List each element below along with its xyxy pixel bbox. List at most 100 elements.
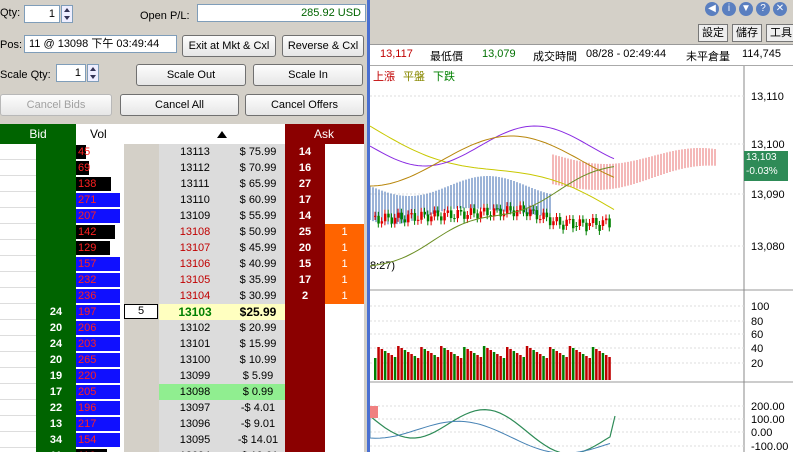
bid-order-cell[interactable] bbox=[0, 240, 36, 256]
qty-input[interactable]: 1 bbox=[24, 5, 60, 23]
bid-size-cell[interactable] bbox=[36, 256, 76, 272]
ladder-row[interactable]: 271 13110 $ 60.99 17 bbox=[0, 192, 364, 208]
ask-size-cell[interactable]: 20 bbox=[285, 240, 325, 256]
working-order-cell[interactable] bbox=[124, 272, 159, 288]
bid-order-cell[interactable] bbox=[0, 256, 36, 272]
ask-size-cell[interactable] bbox=[285, 432, 325, 448]
bid-size-cell[interactable] bbox=[36, 208, 76, 224]
ask-size-cell[interactable] bbox=[285, 304, 325, 320]
ladder-row[interactable]: 142 13108 $ 50.99 25 1 bbox=[0, 224, 364, 240]
ladder-row[interactable]: 34 154 13095 -$ 14.01 bbox=[0, 432, 364, 448]
price-cell[interactable]: 13111 bbox=[159, 176, 231, 192]
price-cell[interactable]: 13105 bbox=[159, 272, 231, 288]
working-order-cell[interactable] bbox=[124, 224, 159, 240]
ask-size-cell[interactable]: 16 bbox=[285, 160, 325, 176]
ask-size-cell[interactable] bbox=[285, 448, 325, 452]
bid-size-cell[interactable]: 20 bbox=[36, 352, 76, 368]
bid-order-cell[interactable] bbox=[0, 224, 36, 240]
working-order-cell[interactable] bbox=[124, 176, 159, 192]
price-cell[interactable]: 13095 bbox=[159, 432, 231, 448]
my-ask-order-cell[interactable] bbox=[325, 368, 364, 384]
ask-size-cell[interactable]: 14 bbox=[285, 144, 325, 160]
qty-spinner[interactable] bbox=[61, 5, 73, 23]
bid-size-cell[interactable]: 22 bbox=[36, 400, 76, 416]
scale-qty-input[interactable]: 1 bbox=[56, 64, 86, 82]
ask-size-cell[interactable]: 17 bbox=[285, 192, 325, 208]
sort-header[interactable] bbox=[159, 124, 285, 144]
my-ask-order-cell[interactable] bbox=[325, 144, 364, 160]
price-cell[interactable]: 13106 bbox=[159, 256, 231, 272]
price-chart[interactable]: 13,110 13,100 13,090 13,080 100 8060 40 20 200.0… bbox=[370, 66, 793, 452]
bid-order-cell[interactable] bbox=[0, 352, 36, 368]
ladder-row[interactable]: 20 206 13102 $ 20.99 bbox=[0, 320, 364, 336]
my-ask-order-cell[interactable]: 1 bbox=[325, 224, 364, 240]
bid-size-cell[interactable] bbox=[36, 144, 76, 160]
ask-size-cell[interactable] bbox=[285, 336, 325, 352]
save-button[interactable]: 儲存 bbox=[732, 24, 762, 42]
ask-size-cell[interactable] bbox=[285, 384, 325, 400]
info-icon[interactable]: i bbox=[722, 2, 736, 16]
working-order-cell[interactable] bbox=[124, 240, 159, 256]
my-ask-order-cell[interactable] bbox=[325, 176, 364, 192]
my-ask-order-cell[interactable] bbox=[325, 352, 364, 368]
working-order-cell[interactable] bbox=[124, 416, 159, 432]
my-ask-order-cell[interactable]: 1 bbox=[325, 272, 364, 288]
bid-size-cell[interactable]: 20 bbox=[36, 320, 76, 336]
bid-size-cell[interactable] bbox=[36, 224, 76, 240]
ladder-row[interactable]: 22 196 13097 -$ 4.01 bbox=[0, 400, 364, 416]
ladder-row[interactable]: 13 217 13096 -$ 9.01 bbox=[0, 416, 364, 432]
ask-size-cell[interactable] bbox=[285, 368, 325, 384]
ask-size-cell[interactable]: 2 bbox=[285, 288, 325, 304]
cancel-offers-button[interactable]: Cancel Offers bbox=[245, 94, 364, 116]
ladder-row[interactable]: 11116 13094-$ 19.01 bbox=[0, 448, 364, 452]
ladder-row[interactable]: 129 13107 $ 45.99 20 1 bbox=[0, 240, 364, 256]
working-order-cell[interactable] bbox=[124, 368, 159, 384]
ask-size-cell[interactable] bbox=[285, 400, 325, 416]
price-cell[interactable]: 13102 bbox=[159, 320, 231, 336]
ladder-row[interactable]: 69 13112 $ 70.99 16 bbox=[0, 160, 364, 176]
ladder-row[interactable]: 45 13113 $ 75.99 14 bbox=[0, 144, 364, 160]
bid-order-cell[interactable] bbox=[0, 416, 36, 432]
working-order-cell[interactable] bbox=[124, 144, 159, 160]
my-ask-order-cell[interactable] bbox=[325, 304, 364, 320]
working-order-cell[interactable] bbox=[124, 400, 159, 416]
bid-size-cell[interactable] bbox=[36, 176, 76, 192]
working-order-cell[interactable] bbox=[124, 256, 159, 272]
working-order-cell[interactable] bbox=[124, 432, 159, 448]
cancel-bids-button[interactable]: Cancel Bids bbox=[0, 94, 112, 116]
vol-header[interactable]: Vol bbox=[76, 124, 159, 144]
bid-order-cell[interactable] bbox=[0, 336, 36, 352]
working-order-cell[interactable] bbox=[124, 160, 159, 176]
my-ask-order-cell[interactable] bbox=[325, 320, 364, 336]
exit-at-market-button[interactable]: Exit at Mkt & Cxl bbox=[182, 35, 276, 57]
bid-order-cell[interactable] bbox=[0, 144, 36, 160]
bid-order-cell[interactable] bbox=[0, 320, 36, 336]
my-ask-order-cell[interactable] bbox=[325, 336, 364, 352]
bid-size-cell[interactable]: 34 bbox=[36, 432, 76, 448]
price-cell[interactable]: 13110 bbox=[159, 192, 231, 208]
ladder-row[interactable]: 236 13104 $ 30.99 2 1 bbox=[0, 288, 364, 304]
ask-size-cell[interactable] bbox=[285, 352, 325, 368]
bid-size-cell[interactable]: 13 bbox=[36, 416, 76, 432]
bid-size-cell[interactable] bbox=[36, 272, 76, 288]
ask-size-cell[interactable]: 14 bbox=[285, 208, 325, 224]
ladder-row[interactable]: 138 13111 $ 65.99 27 bbox=[0, 176, 364, 192]
bid-order-cell[interactable] bbox=[0, 288, 36, 304]
bid-size-cell[interactable] bbox=[36, 160, 76, 176]
price-cell[interactable]: 13100 bbox=[159, 352, 231, 368]
working-order-cell[interactable]: 5 bbox=[124, 304, 159, 320]
ask-size-cell[interactable]: 15 bbox=[285, 256, 325, 272]
ladder-row[interactable]: 17 205 13098 $ 0.99 bbox=[0, 384, 364, 400]
bid-order-cell[interactable] bbox=[0, 176, 36, 192]
bid-order-cell[interactable] bbox=[0, 304, 36, 320]
bid-order-cell[interactable] bbox=[0, 384, 36, 400]
bid-size-cell[interactable]: 19 bbox=[36, 368, 76, 384]
price-cell[interactable]: 13113 bbox=[159, 144, 231, 160]
reverse-button[interactable]: Reverse & Cxl bbox=[282, 35, 364, 57]
working-order-cell[interactable] bbox=[124, 352, 159, 368]
my-ask-order-cell[interactable] bbox=[325, 160, 364, 176]
working-order-cell[interactable] bbox=[124, 336, 159, 352]
cancel-all-button[interactable]: Cancel All bbox=[120, 94, 239, 116]
bid-order-cell[interactable] bbox=[0, 272, 36, 288]
bid-size-cell[interactable] bbox=[36, 288, 76, 304]
